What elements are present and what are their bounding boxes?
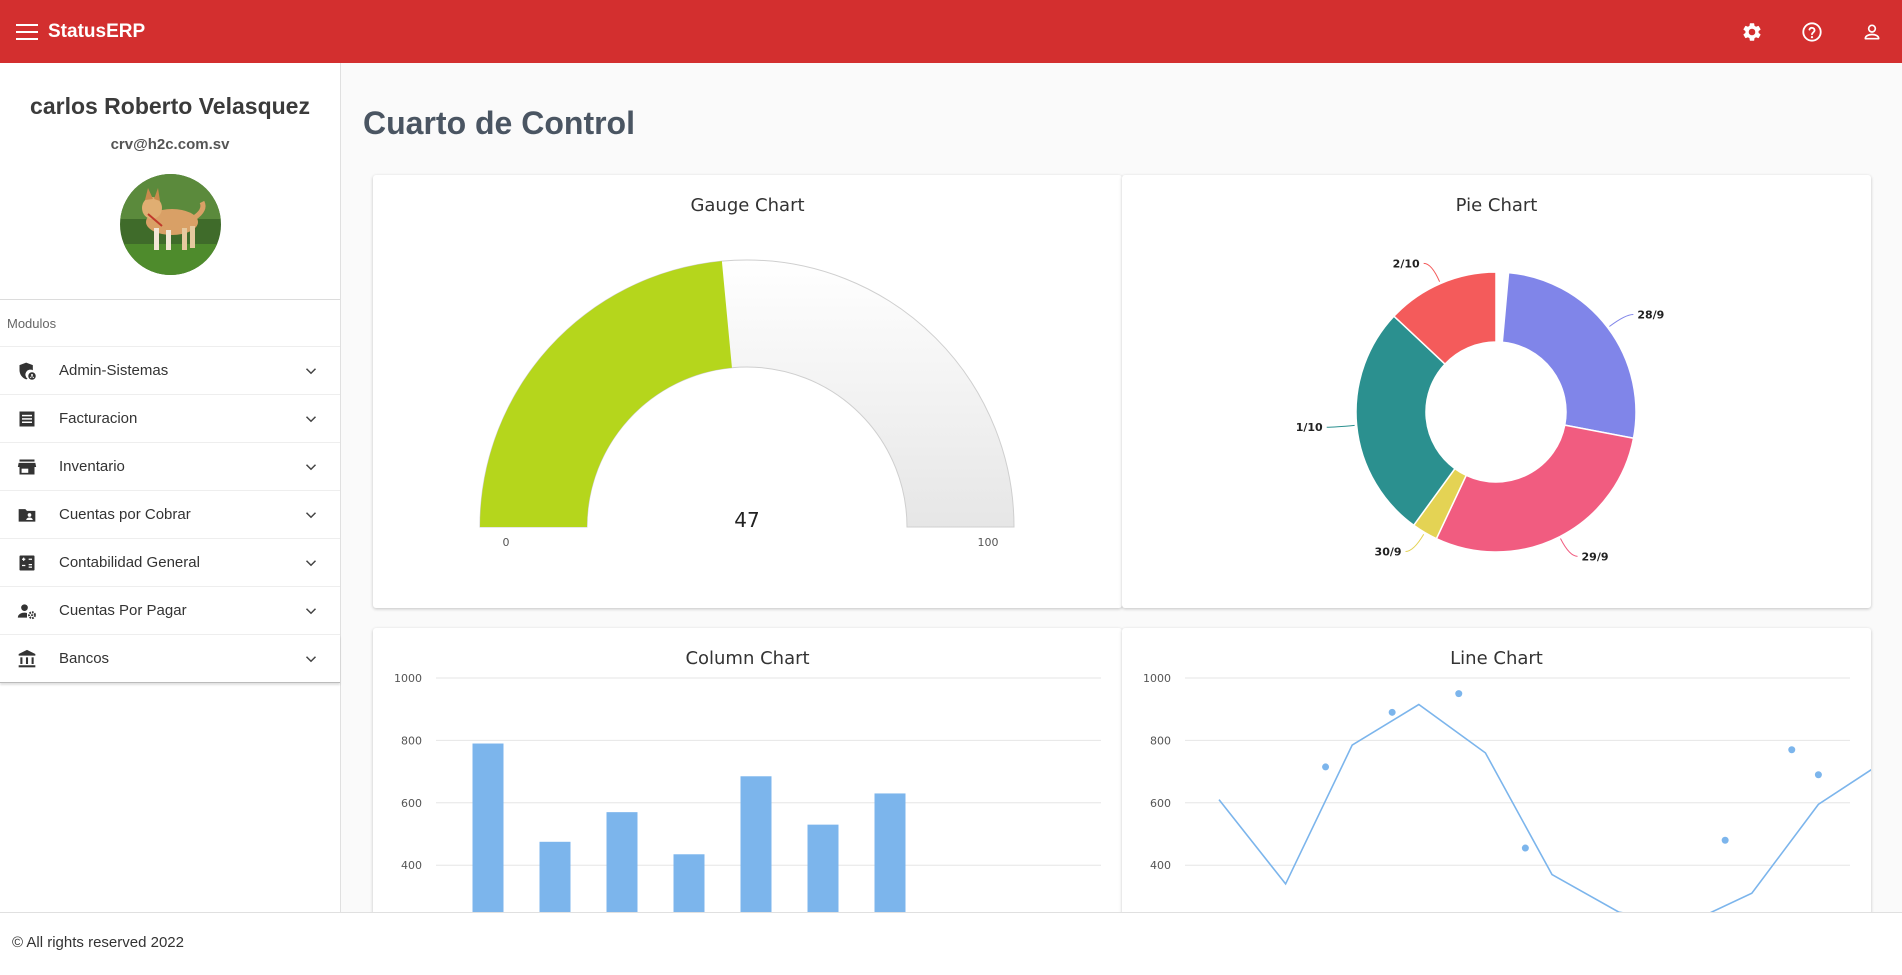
page-title: Cuarto de Control <box>363 105 635 141</box>
sidebar-item-bancos[interactable]: Bancos <box>0 635 340 683</box>
column-chart: 1000 800 600 400 <box>394 672 1101 912</box>
column-bar[interactable] <box>740 776 772 912</box>
chevron-down-icon <box>305 464 317 471</box>
scatter-point[interactable] <box>1788 746 1796 754</box>
gauge-fill <box>480 261 732 527</box>
scatter-point[interactable] <box>1721 836 1729 844</box>
pie-slice[interactable] <box>1435 424 1635 553</box>
chevron-down-icon <box>305 512 317 519</box>
y-tick-label: 1000 <box>1143 672 1171 685</box>
app-title[interactable]: StatusERP <box>48 21 145 43</box>
sidebar-item-admin-sistemas[interactable]: Admin-Sistemas <box>0 347 340 395</box>
help-icon[interactable] <box>1782 0 1842 63</box>
sidebar-item-cuentas-por-cobrar[interactable]: Cuentas por Cobrar <box>0 491 340 539</box>
account-gear-icon <box>16 600 38 622</box>
pie-label-connector <box>1405 533 1425 552</box>
scatter-point[interactable] <box>1388 708 1396 716</box>
column-bar[interactable] <box>874 793 906 912</box>
sidebar-item-label: Cuentas Por Pagar <box>59 602 187 619</box>
calculator-icon <box>16 552 38 574</box>
y-tick-label: 800 <box>1150 734 1171 747</box>
top-app-bar: StatusERP <box>0 0 1902 63</box>
pie-slice-label: 30/9 <box>1375 545 1402 558</box>
sidebar-item-contabilidad-general[interactable]: Contabilidad General <box>0 539 340 587</box>
pie-slice-label: 28/9 <box>1637 308 1664 321</box>
sidebar-item-facturacion[interactable]: Facturacion <box>0 395 340 443</box>
account-icon[interactable] <box>1842 0 1902 63</box>
scatter-point[interactable] <box>1814 771 1822 779</box>
line-chart: 1000 800 600 400 <box>1143 672 1871 912</box>
gauge-min-label: 0 <box>503 536 510 549</box>
gauge-chart-card: Gauge Chart 47 0 100 <box>373 175 1122 608</box>
pie-label-connector <box>1560 538 1578 557</box>
y-tick-label: 1000 <box>394 672 422 685</box>
modules-nav: Admin-Sistemas Facturacion Inventario Cu… <box>0 347 340 683</box>
gauge-value-label: 47 <box>734 508 759 532</box>
line-series[interactable] <box>1218 703 1871 912</box>
chevron-down-icon <box>305 560 317 567</box>
y-tick-label: 400 <box>1150 859 1171 872</box>
pie-slice-label: 2/10 <box>1393 257 1420 270</box>
user-email: crv@h2c.com.sv <box>110 136 230 153</box>
menu-icon[interactable] <box>16 23 38 40</box>
column-bar[interactable] <box>472 743 504 912</box>
store-icon <box>16 456 38 478</box>
footer: © All rights reserved 2022 <box>0 912 1902 975</box>
pie-slice-label: 29/9 <box>1582 550 1609 563</box>
line-chart-card: Line Chart 1000 800 600 400 <box>1122 628 1871 912</box>
chevron-down-icon <box>305 656 317 663</box>
chevron-down-icon <box>305 416 317 423</box>
sidebar-item-label: Inventario <box>59 458 125 475</box>
pie-chart: 28/9 29/9 30/9 1/10 2/10 <box>1296 257 1665 563</box>
pie-label-connector <box>1326 424 1355 428</box>
column-chart-card: Column Chart 1000 800 600 400 <box>373 628 1122 912</box>
footer-copyright: © All rights reserved 2022 <box>12 934 184 951</box>
scatter-point[interactable] <box>1521 844 1529 852</box>
modules-section-label: Modulos <box>0 300 340 347</box>
column-bar[interactable] <box>673 854 705 912</box>
gauge-max-label: 100 <box>978 536 999 549</box>
settings-icon[interactable] <box>1722 0 1782 63</box>
chevron-down-icon <box>305 608 317 615</box>
y-tick-label: 600 <box>1150 797 1171 810</box>
main-content: Cuarto de Control Gauge Chart 47 0 100 P… <box>342 63 1902 912</box>
pie-slice[interactable] <box>1501 271 1637 440</box>
sidebar: carlos Roberto Velasquez crv@h2c.com.sv … <box>0 63 341 912</box>
gauge-chart: 47 0 100 <box>479 259 1015 549</box>
sidebar-item-label: Contabilidad General <box>59 554 200 571</box>
folder-account-icon <box>16 504 38 526</box>
scatter-point[interactable] <box>1455 690 1463 698</box>
sidebar-item-inventario[interactable]: Inventario <box>0 443 340 491</box>
scatter-point[interactable] <box>1322 763 1330 771</box>
column-bar[interactable] <box>807 824 839 912</box>
sidebar-item-label: Cuentas por Cobrar <box>59 506 191 523</box>
y-tick-label: 400 <box>401 859 422 872</box>
y-tick-label: 600 <box>401 797 422 810</box>
sidebar-item-label: Admin-Sistemas <box>59 362 169 379</box>
avatar <box>119 174 221 275</box>
column-bar[interactable] <box>606 812 638 912</box>
invoice-icon <box>16 408 38 430</box>
sidebar-item-label: Facturacion <box>59 410 138 427</box>
admin-shield-icon <box>16 360 38 382</box>
column-bar[interactable] <box>539 841 571 912</box>
bank-icon <box>16 648 38 670</box>
sidebar-item-label: Bancos <box>59 650 110 667</box>
chevron-down-icon <box>305 368 317 375</box>
pie-slice-label: 1/10 <box>1296 421 1323 434</box>
sidebar-item-cuentas-por-pagar[interactable]: Cuentas Por Pagar <box>0 587 340 635</box>
y-tick-label: 800 <box>401 734 422 747</box>
user-name: carlos Roberto Velasquez <box>30 93 310 119</box>
pie-chart-card: Pie Chart 28/9 29/9 30/9 1/10 2/10 <box>1122 175 1871 608</box>
pie-label-connector <box>1423 262 1441 282</box>
pie-label-connector <box>1609 313 1634 327</box>
